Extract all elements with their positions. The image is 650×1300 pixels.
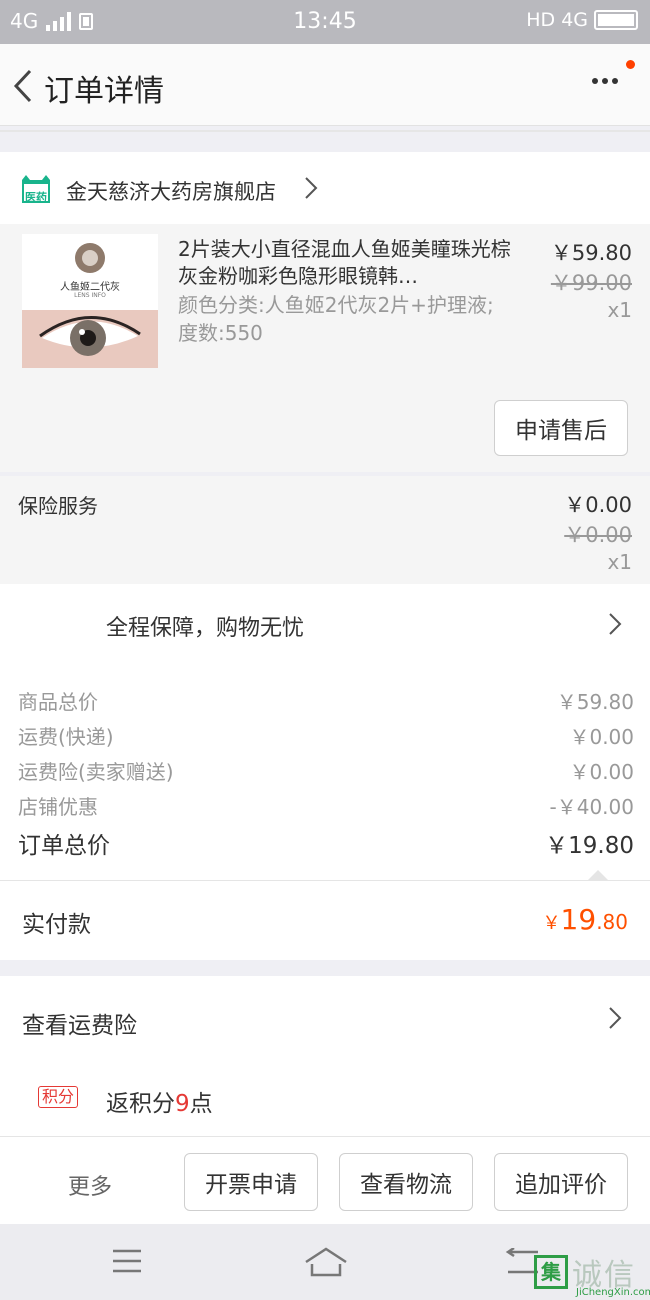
insurance-original-price: ￥0.00 [564,523,632,547]
hd-indicator: HD [526,9,556,31]
store-icon-label: 医药 [25,191,47,204]
product-original-price: ￥99.00 [550,271,632,295]
summary-value: ￥59.80 [556,690,634,714]
add-review-button[interactable]: 追加评价 [494,1153,628,1211]
contact-lens-image [22,234,158,368]
order-total-value: ￥19.80 [545,833,634,859]
pointer-triangle [588,870,608,880]
summary-label: 运费险(卖家赠送) [18,760,174,784]
price-summary: 商品总价 ￥59.80 运费(快递) ￥0.00 运费险(卖家赠送) ￥0.00… [0,664,650,880]
watermark-sub: JiChengXin.com [576,1287,650,1298]
freight-insurance-link[interactable]: 查看运费险 [0,976,650,1064]
action-bar: 更多 开票申请 查看物流 追加评价 [0,1136,650,1224]
order-total-label: 订单总价 [18,833,110,859]
product-card[interactable]: 人鱼姬二代灰 LENS INFO 2片装大小直径混血人鱼姬美瞳珠光棕灰金粉咖彩色… [0,224,650,472]
battery-icon [594,10,638,30]
product-quantity: x1 [607,298,632,322]
product-sku: 颜色分类:人鱼姬2代灰2片+护理液;度数:550 [178,293,494,345]
product-thumbnail[interactable]: 人鱼姬二代灰 LENS INFO [22,234,158,368]
paid-label: 实付款 [22,912,91,938]
page-title: 订单详情 [44,74,164,109]
points-value: 9 [175,1091,190,1117]
store-row[interactable]: 医药 金天慈济大药房旗舰店 [0,152,650,224]
points-text: 返积分9点 [106,1084,213,1118]
paid-integer: 19 [560,903,597,936]
after-sale-button[interactable]: 申请售后 [494,400,628,456]
thumb-sub: LENS INFO [74,292,106,299]
product-price: ￥59.80 [550,241,632,265]
nav-divider [0,130,650,132]
summary-label: 商品总价 [18,690,98,714]
watermark-box: 集 [534,1255,568,1289]
summary-label: 运费(快递) [18,725,114,749]
status-bar: 4G 13:45 HD 4G [0,0,650,44]
paid-amount: ￥19.80 [543,903,628,936]
summary-label: 店铺优惠 [18,795,98,819]
insurance-price: ￥0.00 [564,493,632,517]
home-icon[interactable] [304,1246,348,1278]
chevron-right-icon [609,613,622,635]
guarantee-text: 全程保障，购物无忧 [106,616,305,641]
points-prefix: 返积分 [106,1091,175,1117]
guarantee-row[interactable]: 全程保障，购物无忧 [0,584,650,664]
summary-value: ￥0.00 [569,760,634,784]
thumb-label: 人鱼姬二代灰 [60,282,120,293]
freight-insurance-label: 查看运费险 [22,1013,137,1039]
back-arrow-icon[interactable] [12,68,34,104]
paid-decimal: .80 [596,910,628,934]
points-suffix: 点 [189,1091,213,1117]
insurance-row: 保险服务 ￥0.00 ￥0.00 x1 [0,476,650,584]
more-dots-icon[interactable] [592,78,618,84]
points-badge: 积分 [38,1086,79,1108]
status-right: HD 4G [526,9,638,31]
paid-row: 实付款 ￥19.80 [0,880,650,960]
notification-dot [626,60,635,69]
insurance-label: 保险服务 [18,494,98,518]
chevron-right-icon [609,1007,622,1029]
logistics-button[interactable]: 查看物流 [339,1153,473,1211]
nav-bar: 订单详情 [0,44,650,126]
paid-currency: ￥ [542,913,561,934]
invoice-button[interactable]: 开票申请 [184,1153,318,1211]
chevron-right-icon [305,177,318,199]
more-button[interactable]: 更多 [68,1169,112,1201]
insurance-quantity: x1 [607,550,632,574]
freight-section: 查看运费险 积分 返积分9点 [0,976,650,1136]
summary-value: -￥40.00 [549,795,634,819]
store-name: 金天慈济大药房旗舰店 [66,180,276,204]
summary-value: ￥0.00 [569,725,634,749]
product-title[interactable]: 2片装大小直径混血人鱼姬美瞳珠光棕灰金粉咖彩色隐形眼镜韩… [178,236,518,290]
menu-icon[interactable] [112,1248,142,1274]
network-type-right: 4G [561,9,588,31]
